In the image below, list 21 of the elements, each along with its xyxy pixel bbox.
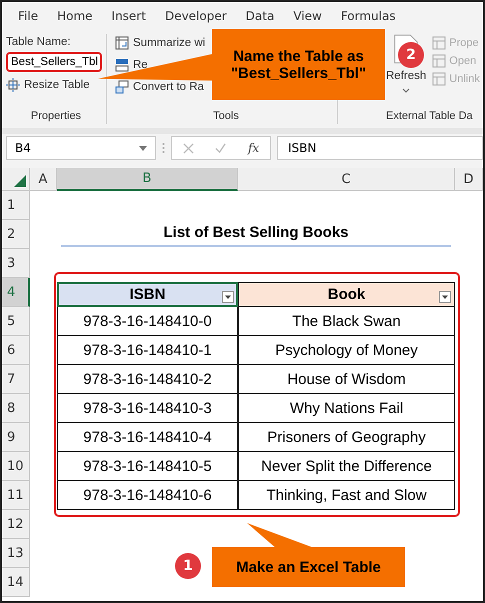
group-label: External Table Da xyxy=(386,110,474,124)
table-cell: House of Wisdom xyxy=(238,365,455,394)
table-cell: 978-3-16-148410-4 xyxy=(57,423,238,452)
table-cell: Never Split the Difference xyxy=(238,452,455,481)
table-name-label: Table Name: xyxy=(6,36,72,48)
group-label: Tools xyxy=(212,110,240,124)
table-cell: Thinking, Fast and Slow xyxy=(238,481,455,510)
callout: Name the Table as "Best_Sellers_Tbl" xyxy=(212,29,385,100)
table-cell: 978-3-16-148410-5 xyxy=(57,452,238,481)
sheet-title: List of Best Selling Books xyxy=(163,224,349,241)
table-cell: 978-3-16-148410-1 xyxy=(57,336,238,365)
group-label: Properties xyxy=(30,110,82,124)
step-badge: 1 xyxy=(175,553,201,579)
table-cell: Why Nations Fail xyxy=(238,394,455,423)
table-cell: 978-3-16-148410-3 xyxy=(57,394,238,423)
table-cell: The Black Swan xyxy=(238,307,455,336)
table-cell: 978-3-16-148410-2 xyxy=(57,365,238,394)
table-cell: Prisoners of Geography xyxy=(238,423,455,452)
table-cell: 978-3-16-148410-0 xyxy=(57,307,238,336)
table-cell: Psychology of Money xyxy=(238,336,455,365)
table-cell: 978-3-16-148410-6 xyxy=(57,481,238,510)
